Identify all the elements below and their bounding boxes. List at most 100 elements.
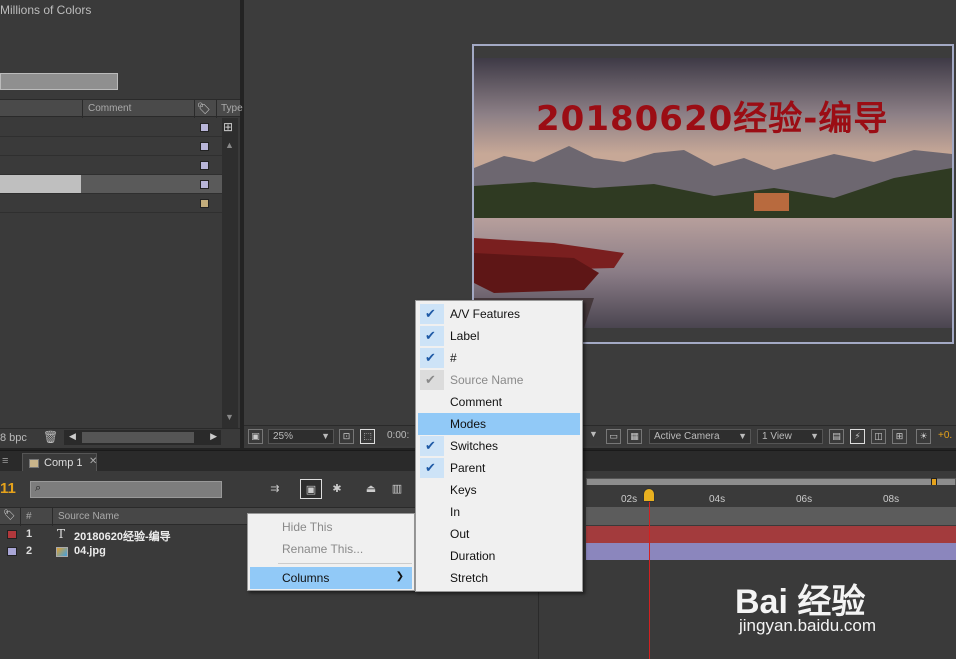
trash-icon[interactable]: 🗑 (43, 430, 58, 444)
layer-label-color[interactable] (7, 547, 17, 556)
camera-dropdown[interactable]: Active Camera ▼ (649, 429, 751, 444)
work-area-bar[interactable] (586, 507, 956, 525)
toggle-pixel-icon[interactable]: ▤ (829, 429, 844, 444)
check-icon: ✔ (425, 438, 436, 453)
column-number[interactable]: # (26, 511, 32, 522)
pixel-aspect-icon[interactable]: ▭ (606, 429, 621, 444)
region-of-interest-icon[interactable]: ⬚ (360, 429, 375, 444)
dropdown-arrow-icon[interactable]: ▼ (589, 429, 598, 439)
bit-depth-button[interactable]: 8 bpc (0, 432, 27, 444)
exposure-icon[interactable]: ☀ (916, 429, 931, 444)
label-swatch[interactable] (200, 180, 209, 189)
project-item-row[interactable] (0, 194, 222, 213)
menu-item-duration[interactable]: Duration (418, 545, 580, 567)
column-type[interactable]: Type (221, 103, 243, 114)
current-time-indicator-line[interactable] (649, 489, 650, 659)
menu-item-comment[interactable]: Comment (418, 391, 580, 413)
project-item-row[interactable] (0, 156, 222, 175)
menu-item-out[interactable]: Out (418, 523, 580, 545)
layer-name[interactable]: 20180620经验-编导 (74, 528, 171, 544)
layer-label-color[interactable] (7, 530, 17, 539)
layer-number: 2 (26, 545, 33, 557)
view-layout-value: 1 View (762, 431, 792, 442)
scroll-left-arrow-icon[interactable]: ◀ (69, 431, 76, 442)
menu-item-label[interactable]: ✔ Label (418, 325, 580, 347)
project-column-header: Comment 🏷 Type (0, 99, 243, 118)
image-footage-icon (56, 547, 68, 557)
project-item-row[interactable] (0, 137, 222, 156)
composition-image[interactable]: 20180620经验-编导 (474, 58, 952, 328)
composition-mini-flowchart-icon[interactable]: ⇉ (264, 479, 286, 499)
time-ruler[interactable]: 02s 04s 06s 08s (538, 485, 956, 511)
tab-label: Comp 1 (44, 457, 83, 469)
project-horizontal-scrollbar[interactable]: ◀ ▶ (64, 430, 221, 445)
close-icon[interactable]: ✕ (89, 456, 97, 467)
fast-preview-icon[interactable]: ⚡ (850, 429, 865, 444)
label-swatch[interactable] (200, 142, 209, 151)
project-vertical-scrollbar[interactable]: ⊞ ▲ ▼ (222, 118, 238, 428)
resolution-icon[interactable]: ⊡ (339, 429, 354, 444)
timeline-icon[interactable]: ◫ (871, 429, 886, 444)
zoom-value: 25% (273, 431, 294, 442)
check-icon: ✔ (425, 372, 436, 387)
label-swatch[interactable] (200, 199, 209, 208)
project-item-row-selected[interactable] (0, 175, 222, 194)
viewer-timecode[interactable]: 0:00: (387, 430, 409, 441)
label-swatch[interactable] (200, 161, 209, 170)
check-icon: ✔ (425, 460, 436, 475)
menu-item-number[interactable]: ✔ # (418, 347, 580, 369)
flowchart-icon[interactable]: ⊞ (892, 429, 907, 444)
label-tag-icon[interactable]: 🏷 (3, 510, 16, 521)
current-time-indicator-handle[interactable] (643, 488, 655, 502)
draft-3d-icon[interactable]: ▣ (300, 479, 322, 499)
panel-menu-icon[interactable]: ≡ (2, 455, 8, 467)
menu-item-source-name[interactable]: ✔ Source Name (418, 369, 580, 391)
scroll-right-arrow-icon[interactable]: ▶ (210, 431, 217, 442)
project-item-row[interactable] (0, 118, 222, 137)
layer-number: 1 (26, 528, 33, 540)
project-search-field[interactable] (0, 73, 118, 90)
menu-item-hide-this[interactable]: Hide This (250, 516, 412, 538)
layer-duration-bar[interactable] (586, 526, 956, 543)
project-bottom-bar: 8 bpc 🗑 ◀ ▶ (0, 428, 240, 446)
menu-item-in[interactable]: In (418, 501, 580, 523)
scroll-thumb[interactable] (82, 432, 194, 443)
menu-item-modes[interactable]: Modes (418, 413, 580, 435)
scroll-up-arrow-icon[interactable]: ▲ (225, 140, 234, 150)
magnification-dropdown[interactable]: 25% ▼ (268, 429, 334, 444)
current-time-display[interactable]: 11 (0, 480, 16, 497)
menu-item-keys[interactable]: Keys (418, 479, 580, 501)
menu-item-columns[interactable]: Columns ❯ (250, 567, 412, 589)
layer-search-input[interactable]: ⌕ (30, 481, 222, 498)
ruler-tick-label: 06s (796, 494, 813, 505)
watermark-url: jingyan.baidu.com (739, 616, 877, 635)
ruler-tick-label: 08s (883, 494, 900, 505)
menu-item-av-features[interactable]: ✔ A/V Features (418, 303, 580, 325)
label-tag-icon[interactable]: 🏷 (197, 102, 211, 115)
menu-item-stretch[interactable]: Stretch (418, 567, 580, 589)
menu-item-switches[interactable]: ✔ Switches (418, 435, 580, 457)
transparency-grid-icon[interactable]: ▦ (627, 429, 642, 444)
column-source-name[interactable]: Source Name (58, 511, 119, 522)
menu-item-rename-this[interactable]: Rename This... (250, 538, 412, 560)
ruler-tick-label: 02s (621, 494, 638, 505)
motion-blur-icon[interactable]: ▥ (386, 479, 408, 499)
view-layout-dropdown[interactable]: 1 View ▼ (757, 429, 823, 444)
layer-name[interactable]: 04.jpg (74, 545, 106, 557)
scroll-down-arrow-icon[interactable]: ▼ (225, 412, 234, 422)
check-icon: ✔ (425, 328, 436, 343)
always-preview-icon[interactable]: ▣ (248, 429, 263, 444)
submenu-arrow-icon: ❯ (395, 571, 404, 582)
flowchart-icon[interactable]: ⊞ (223, 120, 233, 134)
tab-comp-1[interactable]: Comp 1 ✕ (22, 453, 97, 472)
label-swatch[interactable] (200, 123, 209, 132)
shy-layers-icon[interactable]: ✱ (326, 479, 348, 499)
column-context-menu: Hide This Rename This... Columns ❯ (247, 513, 415, 591)
exposure-value[interactable]: +0. (938, 430, 952, 441)
project-panel: Millions of Colors Comment 🏷 Type ⊞ ▲ ▼ … (0, 0, 243, 448)
column-comment[interactable]: Comment (88, 103, 131, 114)
footage-info-text: Millions of Colors (0, 3, 92, 17)
frame-blending-icon[interactable]: ⏏ (360, 479, 382, 499)
menu-item-parent[interactable]: ✔ Parent (418, 457, 580, 479)
composition-title-text: 20180620经验-编导 (536, 99, 889, 139)
